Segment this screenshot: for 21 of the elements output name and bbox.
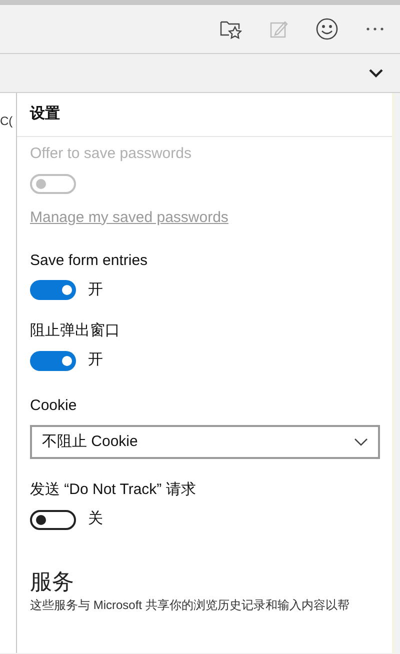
toggle-switch[interactable] bbox=[30, 350, 76, 370]
setting-label: Offer to save passwords bbox=[30, 144, 192, 164]
favorites-folder-icon[interactable] bbox=[220, 19, 242, 39]
panel-title: 设置 bbox=[30, 104, 60, 124]
toggle-state: 开 bbox=[88, 280, 103, 300]
section-heading: 服务 bbox=[30, 568, 75, 596]
setting-label: Save form entries bbox=[30, 250, 149, 270]
toggle-switch[interactable] bbox=[30, 510, 76, 530]
toggle-state: 关 bbox=[88, 509, 103, 530]
chevron-down-icon[interactable] bbox=[369, 68, 383, 78]
setting-label: 发送 “Do Not Track” 请求 bbox=[30, 480, 197, 500]
smiley-icon[interactable] bbox=[316, 18, 338, 40]
cookie-dropdown[interactable]: 不阻止 Cookie bbox=[30, 425, 380, 459]
setting-label: Cookie bbox=[30, 396, 78, 416]
toggle-switch[interactable] bbox=[30, 280, 76, 300]
chevron-down-icon bbox=[354, 438, 368, 446]
page-text-fragment: C( bbox=[0, 113, 13, 130]
toggle-state: 开 bbox=[88, 350, 103, 370]
more-icon[interactable] bbox=[366, 27, 384, 31]
section-description: 这些服务与 Microsoft 共享你的浏览历史记录和输入内容以帮 bbox=[30, 596, 350, 614]
setting-label: 阻止弹出窗口 bbox=[30, 321, 121, 341]
